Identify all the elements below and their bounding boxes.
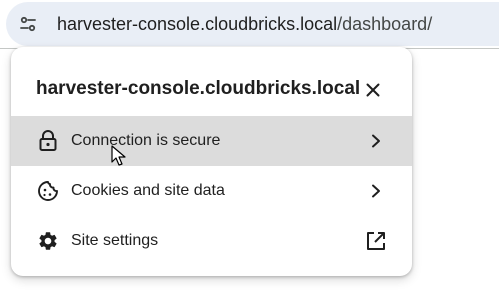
tune-icon (20, 16, 36, 32)
connection-security-label: Connection is secure (71, 132, 221, 149)
close-button[interactable] (360, 77, 386, 103)
address-bar: harvester-console.cloudbricks.local/dash… (0, 0, 499, 48)
chevron-right-icon (365, 180, 387, 202)
chevron-right-icon (365, 130, 387, 152)
connection-security-row[interactable]: Connection is secure (11, 116, 412, 166)
cookies-site-data-row[interactable]: Cookies and site data (11, 166, 412, 216)
url-path: /dashboard/ (337, 14, 433, 34)
cookies-site-data-label: Cookies and site data (71, 182, 225, 199)
site-info-button[interactable] (10, 6, 46, 42)
mouse-cursor-icon (111, 145, 126, 166)
open-in-new-icon (365, 230, 387, 252)
lock-icon (37, 130, 59, 152)
popup-title: harvester-console.cloudbricks.local (36, 78, 361, 99)
cookie-icon (37, 180, 59, 202)
site-settings-label: Site settings (71, 232, 159, 249)
url-host: harvester-console.cloudbricks.local (57, 14, 338, 34)
close-icon (366, 83, 380, 97)
site-info-popup: harvester-console.cloudbricks.local Conn… (11, 47, 412, 276)
site-settings-row[interactable]: Site settings (11, 216, 412, 266)
gear-icon (37, 230, 59, 252)
url-text[interactable]: harvester-console.cloudbricks.local/dash… (57, 12, 432, 36)
